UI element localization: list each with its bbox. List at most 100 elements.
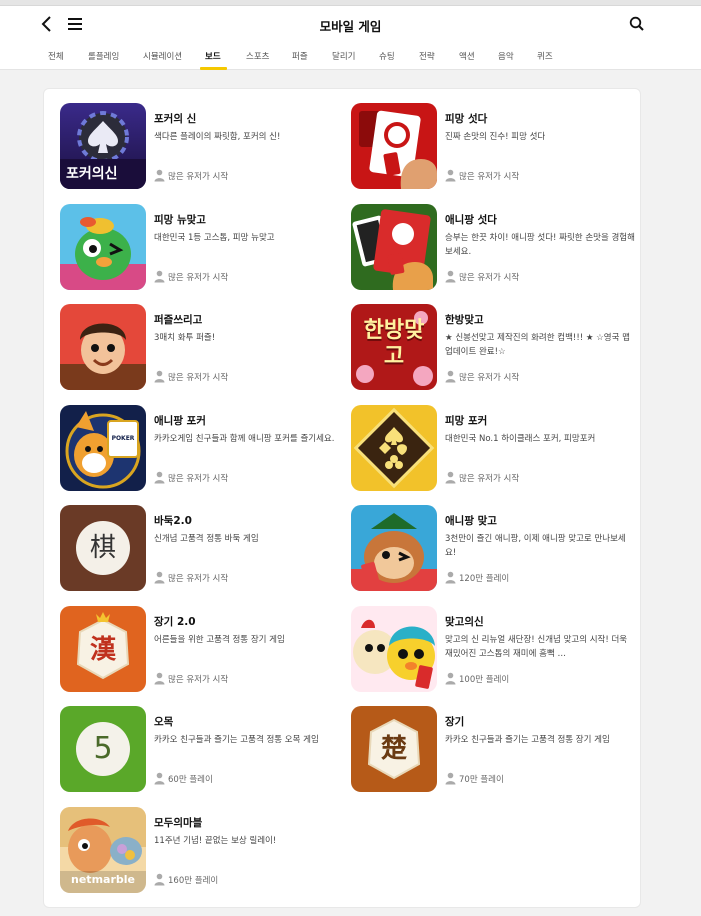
play-count: 60만 플레이 xyxy=(168,775,213,785)
janggi2-icon-text: 漢 xyxy=(89,635,116,665)
anipang-matgo-icon xyxy=(351,505,437,591)
play-count: 많은 유저가 시작 xyxy=(459,273,520,283)
page-title: 모바일 게임 xyxy=(319,19,382,34)
baduk-icon-text: 棋 xyxy=(89,533,116,563)
game-description: 대한민국 1등 고스톱, 피망 뉴맞고 xyxy=(154,233,275,243)
game-card-pmang-sutda[interactable]: 피망 섯다 진짜 손맛의 진수! 피망 섯다 많은 유저가 시작 xyxy=(351,103,641,195)
play-count: 많은 유저가 시작 xyxy=(168,172,229,182)
game-card-anipang-matgo[interactable]: 애니팡 맞고 3천만이 즐긴 애니팡, 이제 애니팡 맞고로 만나보세요! 12… xyxy=(351,505,641,597)
tab-quiz[interactable]: 퀴즈 xyxy=(537,50,553,62)
modoo-marble-icon: netmarble xyxy=(60,807,146,893)
game-card-anipang-sutda[interactable]: 애니팡 섯다 승부는 한끗 차이! 애니팡 섯다! 짜릿한 손맛을 경험해보세요… xyxy=(351,204,641,296)
game-name[interactable]: 장기 xyxy=(445,714,464,729)
game-card-hanbang-matgo[interactable]: 한방맞고 한방맞고 ★ 신봉선맞고 제작진의 화려한 컴백!!! ★ ☆영국 맵… xyxy=(351,304,641,396)
game-description: 카카오게임 친구들과 함께 애니팡 포커를 즐기세요. xyxy=(154,434,335,444)
pmang-sutda-icon xyxy=(351,103,437,189)
game-list-panel: 포커의신 포커의 신 색다른 플레이의 짜릿함, 포커의 신! 많은 유저가 시… xyxy=(43,88,641,908)
tab-puzzle[interactable]: 퍼즐 xyxy=(292,50,308,62)
play-count: 많은 유저가 시작 xyxy=(168,273,229,283)
tab-shooting[interactable]: 슈팅 xyxy=(379,50,395,62)
person-icon xyxy=(154,169,165,182)
play-count: 많은 유저가 시작 xyxy=(459,373,520,383)
tab-board[interactable]: 보드 xyxy=(205,50,221,62)
play-count: 많은 유저가 시작 xyxy=(459,172,520,182)
game-name[interactable]: 바둑2.0 xyxy=(154,513,192,528)
game-name[interactable]: 모두의마블 xyxy=(154,815,202,830)
category-tabs: 전체 롤플레잉 시뮬레이션 보드 스포츠 퍼즐 달리기 슈팅 전략 액션 음악 … xyxy=(0,42,701,70)
person-icon xyxy=(154,672,165,685)
game-card-anipang-poker[interactable]: POKER 애니팡 포커 카카오게임 친구들과 함께 애니팡 포커를 즐기세요.… xyxy=(60,405,350,497)
game-name[interactable]: 피망 뉴맞고 xyxy=(154,212,206,227)
tab-strategy[interactable]: 전략 xyxy=(419,50,435,62)
game-name[interactable]: 포커의 신 xyxy=(154,111,196,126)
matgo-god-icon xyxy=(351,606,437,692)
game-description: 대한민국 No.1 하이클래스 포커, 피망포커 xyxy=(445,434,596,444)
game-card-pmang-poker[interactable]: 피망 포커 대한민국 No.1 하이클래스 포커, 피망포커 많은 유저가 시작 xyxy=(351,405,641,497)
game-name[interactable]: 애니팡 포커 xyxy=(154,413,206,428)
omok-icon: 5 xyxy=(60,706,146,792)
person-icon xyxy=(154,471,165,484)
game-name[interactable]: 맞고의신 xyxy=(445,614,484,629)
game-card-janggi[interactable]: 楚 장기 카카오 친구들과 즐기는 고품격 정통 장기 게임 70만 플레이 xyxy=(351,706,641,798)
game-name[interactable]: 한방맞고 xyxy=(445,312,484,327)
game-description: 진짜 손맛의 진수! 피망 섯다 xyxy=(445,132,546,142)
game-name[interactable]: 애니팡 맞고 xyxy=(445,513,497,528)
search-icon[interactable] xyxy=(628,15,646,33)
play-count: 100만 플레이 xyxy=(459,675,510,685)
game-description: 승부는 한끗 차이! 애니팡 섯다! 짜릿한 손맛을 경험해보세요. xyxy=(445,233,635,257)
person-icon xyxy=(154,772,165,785)
person-icon xyxy=(154,270,165,283)
game-description: 카카오 친구들과 즐기는 고품격 정통 장기 게임 xyxy=(445,735,610,745)
person-icon xyxy=(445,571,456,584)
tab-simulation[interactable]: 시뮬레이션 xyxy=(143,50,182,62)
tab-sports[interactable]: 스포츠 xyxy=(246,50,269,62)
game-card-poker-god[interactable]: 포커의신 포커의 신 색다른 플레이의 짜릿함, 포커의 신! 많은 유저가 시… xyxy=(60,103,350,195)
person-icon xyxy=(445,370,456,383)
game-description: 3매치 화투 퍼즐! xyxy=(154,333,216,343)
janggi-icon-text: 楚 xyxy=(380,734,407,764)
game-name[interactable]: 퍼즐쓰리고 xyxy=(154,312,202,327)
game-card-pmang-newmatgo[interactable]: 피망 뉴맞고 대한민국 1등 고스톱, 피망 뉴맞고 많은 유저가 시작 xyxy=(60,204,350,296)
person-icon xyxy=(445,169,456,182)
anipang-poker-icon: POKER xyxy=(60,405,146,491)
game-card-janggi2[interactable]: 漢 장기 2.0 어른들을 위한 고품격 정통 장기 게임 많은 유저가 시작 xyxy=(60,606,350,698)
person-icon xyxy=(154,571,165,584)
play-count: 많은 유저가 시작 xyxy=(168,474,229,484)
game-description: 색다른 플레이의 짜릿함, 포커의 신! xyxy=(154,132,281,142)
person-icon xyxy=(445,270,456,283)
play-count: 120만 플레이 xyxy=(459,574,510,584)
game-description: 맞고의 신 리뉴얼 새단장! 신개념 맞고의 시작! 더욱 재밌어진 고스톱의 … xyxy=(445,635,628,659)
tab-all[interactable]: 전체 xyxy=(48,50,64,62)
game-name[interactable]: 장기 2.0 xyxy=(154,614,196,629)
janggi2-icon: 漢 xyxy=(60,606,146,692)
hanbang-matgo-icon-text: 한방맞고 xyxy=(363,318,425,369)
anipang-poker-icon-text: POKER xyxy=(111,435,135,442)
play-count: 많은 유저가 시작 xyxy=(168,373,229,383)
game-description: 3천만이 즐긴 애니팡, 이제 애니팡 맞고로 만나보세요! xyxy=(445,534,626,558)
game-name[interactable]: 피망 섯다 xyxy=(445,111,487,126)
game-card-omok[interactable]: 5 오목 카카오 친구들과 즐기는 고품격 정통 오목 게임 60만 플레이 xyxy=(60,706,350,798)
pmang-poker-icon xyxy=(351,405,437,491)
pmang-newmatgo-icon xyxy=(60,204,146,290)
tab-racing[interactable]: 달리기 xyxy=(332,50,355,62)
game-name[interactable]: 애니팡 섯다 xyxy=(445,212,497,227)
baduk-icon: 棋 xyxy=(60,505,146,591)
game-card-baduk[interactable]: 棋 바둑2.0 신개념 고품격 정통 바둑 게임 많은 유저가 시작 xyxy=(60,505,350,597)
person-icon xyxy=(445,772,456,785)
hanbang-matgo-icon: 한방맞고 xyxy=(351,304,437,390)
tab-music[interactable]: 음악 xyxy=(498,50,514,62)
play-count: 많은 유저가 시작 xyxy=(168,675,229,685)
janggi-icon: 楚 xyxy=(351,706,437,792)
tab-roleplaying[interactable]: 롤플레잉 xyxy=(88,50,119,62)
person-icon xyxy=(445,471,456,484)
play-count: 많은 유저가 시작 xyxy=(459,474,520,484)
play-count: 70만 플레이 xyxy=(459,775,504,785)
game-card-modoo-marble[interactable]: netmarble 모두의마블 11주년 기념! 끝없는 보상 릴레이! 160… xyxy=(60,807,350,899)
game-description: 신개념 고품격 정통 바둑 게임 xyxy=(154,534,259,544)
play-count: 많은 유저가 시작 xyxy=(168,574,229,584)
game-name[interactable]: 오목 xyxy=(154,714,173,729)
game-name[interactable]: 피망 포커 xyxy=(445,413,487,428)
tab-action[interactable]: 액션 xyxy=(459,50,475,62)
game-card-puzzle-threego[interactable]: 퍼즐쓰리고 3매치 화투 퍼즐! 많은 유저가 시작 xyxy=(60,304,350,396)
game-card-matgo-god[interactable]: 맞고의신 맞고의 신 리뉴얼 새단장! 신개념 맞고의 시작! 더욱 재밌어진 … xyxy=(351,606,641,698)
